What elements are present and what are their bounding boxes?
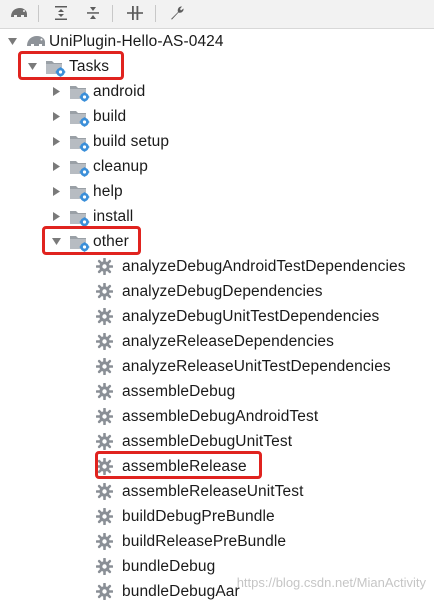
chevron-right-icon[interactable] [50,86,62,98]
tree-item-label: analyzeReleaseDependencies [122,332,334,350]
task-item[interactable]: analyzeDebugAndroidTestDependencies [95,254,406,279]
tree-item-label: install [93,207,134,225]
gear-task-icon [95,332,114,351]
task-item[interactable]: bundleDebug [95,554,216,579]
gear-task-icon [95,257,114,276]
chevron-right-icon[interactable] [50,186,62,198]
task-folder-icon [69,183,90,202]
task-folder-icon [69,158,90,177]
gear-task-icon [95,282,114,301]
task-folder-icon [69,108,90,127]
chevron-down-icon[interactable] [6,36,18,48]
highlight-box-tasks [18,51,124,80]
highlight-box-assemble-release [95,451,262,479]
task-item[interactable]: analyzeDebugDependencies [95,279,323,304]
settings-wrench-icon[interactable] [164,0,190,26]
gear-task-icon [95,582,114,601]
task-folder-icon [69,133,90,152]
collapse-all-icon[interactable] [80,0,106,26]
task-item[interactable]: bundleDebugAar [95,579,240,604]
chevron-right-icon[interactable] [50,136,62,148]
gear-task-icon [95,307,114,326]
expand-all-icon[interactable] [48,0,74,26]
refresh-gradle-icon[interactable] [6,0,32,26]
gear-task-icon [95,382,114,401]
task-item[interactable]: buildDebugPreBundle [95,504,275,529]
task-item[interactable]: analyzeDebugUnitTestDependencies [95,304,380,329]
tree-item-label: buildDebugPreBundle [122,507,275,525]
tree-node-group[interactable]: help [50,179,123,204]
watermark-text: https://blog.csdn.net/MianActivity [236,575,426,590]
gradle-toolbar [0,0,434,29]
gradle-project-icon [25,33,45,51]
task-folder-icon [69,208,90,227]
tree-item-label: cleanup [93,157,148,175]
tree-item-label: assembleDebugUnitTest [122,432,293,450]
tree-item-label: analyzeReleaseUnitTestDependencies [122,357,391,375]
gear-task-icon [95,532,114,551]
tree-item-label: assembleDebug [122,382,236,400]
tree-item-label: analyzeDebugUnitTestDependencies [122,307,380,325]
gear-task-icon [95,432,114,451]
gear-task-icon [95,357,114,376]
gear-task-icon [95,482,114,501]
gradle-task-tree: UniPlugin-Hello-AS-0424 Tasks android build… [0,29,434,601]
tree-item-label: android [93,82,146,100]
tree-item-label: analyzeDebugAndroidTestDependencies [122,257,406,275]
task-item[interactable]: assembleDebugAndroidTest [95,404,319,429]
tree-item-label: assembleDebugAndroidTest [122,407,319,425]
tree-item-label: assembleReleaseUnitTest [122,482,304,500]
tree-item-label: build setup [93,132,170,150]
gear-task-icon [95,407,114,426]
tree-item-label: buildReleasePreBundle [122,532,287,550]
gear-task-icon [95,507,114,526]
gear-task-icon [95,557,114,576]
chevron-right-icon[interactable] [50,161,62,173]
tree-node-group[interactable]: build setup [50,129,169,154]
task-item[interactable]: analyzeReleaseDependencies [95,329,334,354]
task-item[interactable]: buildReleasePreBundle [95,529,287,554]
chevron-right-icon[interactable] [50,211,62,223]
tree-item-label: UniPlugin-Hello-AS-0424 [49,32,224,50]
tree-item-label: help [93,182,123,200]
chevron-right-icon[interactable] [50,111,62,123]
tree-node-group[interactable]: cleanup [50,154,148,179]
highlight-box-other [42,226,141,255]
tree-item-label: build [93,107,127,125]
toggle-offline-icon[interactable] [122,0,148,26]
tree-item-label: bundleDebug [122,557,216,575]
tree-node-group[interactable]: android [50,79,145,104]
tree-item-label: analyzeDebugDependencies [122,282,323,300]
task-item[interactable]: assembleDebug [95,379,236,404]
task-folder-icon [69,83,90,102]
task-item[interactable]: assembleReleaseUnitTest [95,479,304,504]
task-item[interactable]: analyzeReleaseUnitTestDependencies [95,354,391,379]
tree-node-group[interactable]: build [50,104,126,129]
